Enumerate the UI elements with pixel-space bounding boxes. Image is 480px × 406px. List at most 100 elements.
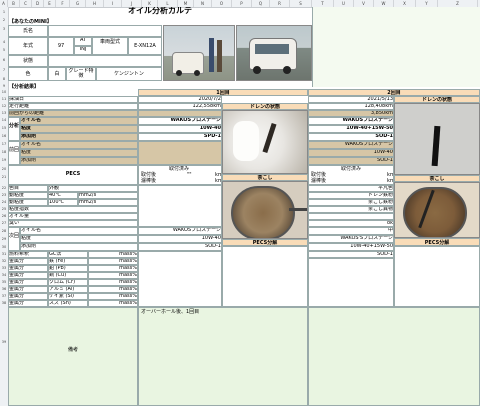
r2-drain-note[interactable]: ドレン鉄粉 xyxy=(308,192,394,199)
r2-viscosity[interactable]: 10W-40+15W-50 xyxy=(308,125,394,133)
r2-prev-oil[interactable]: WAKOSプロステージ xyxy=(308,141,394,149)
row-header-20[interactable]: 20 xyxy=(0,167,8,171)
row-header-33[interactable]: 33 xyxy=(0,266,8,270)
column-header-k[interactable]: K xyxy=(142,0,158,7)
r2-blank[interactable] xyxy=(308,213,394,220)
row-header-8[interactable]: 8 xyxy=(0,77,8,81)
row-header-15[interactable]: 15 xyxy=(0,126,8,130)
r2-oil[interactable]: WAKOSプロステージ xyxy=(308,117,394,125)
year-value[interactable]: 97 xyxy=(48,37,74,55)
row-header-21[interactable]: 21 xyxy=(0,175,8,179)
column-header-j[interactable]: J xyxy=(122,0,142,7)
r2-next-add[interactable]: SOD-1 xyxy=(308,251,394,258)
column-header-t[interactable]: T xyxy=(312,0,334,7)
row-header-1[interactable]: 1 xyxy=(0,10,8,14)
remark-text-2[interactable] xyxy=(308,307,480,406)
row-header-37[interactable]: 37 xyxy=(0,294,8,298)
trans-value[interactable]: INJ xyxy=(74,46,92,55)
r2-ok[interactable]: ok xyxy=(308,220,394,227)
row-header-2[interactable]: 2 xyxy=(0,18,8,22)
row-header-28[interactable]: 28 xyxy=(0,229,8,233)
row-header-23[interactable]: 23 xyxy=(0,193,8,197)
row-header-13[interactable]: 13 xyxy=(0,111,8,115)
column-header-r[interactable]: R xyxy=(270,0,290,7)
row-header-4[interactable]: 4 xyxy=(0,40,8,44)
row-header-7[interactable]: 7 xyxy=(0,68,8,72)
column-header-s[interactable]: S xyxy=(290,0,312,7)
r2-prev-add[interactable]: SOD-1 xyxy=(308,157,394,165)
column-header-w[interactable]: W xyxy=(374,0,394,7)
column-header-a[interactable]: A xyxy=(0,0,8,7)
column-header-g[interactable]: G xyxy=(70,0,86,7)
row-header-39[interactable]: 39 xyxy=(0,340,8,344)
r2-odometer[interactable]: 128,408km xyxy=(308,103,394,110)
row-header-30[interactable]: 30 xyxy=(0,245,8,249)
row-header-31[interactable]: 31 xyxy=(0,252,8,256)
row-header-11[interactable]: 11 xyxy=(0,97,8,101)
row-header-34[interactable]: 34 xyxy=(0,273,8,277)
column-header-c[interactable]: C xyxy=(20,0,32,7)
column-header-i[interactable]: I xyxy=(104,0,122,7)
row-header-19[interactable]: 19 xyxy=(0,158,8,162)
column-header-b[interactable]: B xyxy=(8,0,20,7)
column-header-z[interactable]: Z xyxy=(438,0,478,7)
column-header-n[interactable]: N xyxy=(194,0,212,7)
r1-odometer[interactable]: 122,558km xyxy=(138,103,222,110)
r1-viscosity[interactable]: 10W-40 xyxy=(138,125,222,133)
column-header-q[interactable]: Q xyxy=(252,0,270,7)
r2-pecs[interactable]: 取付済み 取付後 km 濾棒後 km xyxy=(308,165,394,185)
r2-strainer-note-2[interactable]: 茶こし異物 xyxy=(308,206,394,213)
column-header-y[interactable]: Y xyxy=(416,0,438,7)
row-header-9[interactable]: 9 xyxy=(0,84,8,88)
row-header-29[interactable]: 29 xyxy=(0,237,8,241)
model-value[interactable]: E-XN12A xyxy=(128,37,162,55)
remark-text[interactable]: オーバーホール後、1回目 xyxy=(138,307,308,406)
row-header-6[interactable]: 6 xyxy=(0,58,8,62)
column-header-l[interactable]: L xyxy=(158,0,178,7)
r1-next-visc[interactable]: 10W-40 xyxy=(138,235,222,243)
r1-next-oil[interactable]: WAKOSプロステージ xyxy=(138,227,222,235)
r2-prev-visc[interactable]: 10W-40 xyxy=(308,149,394,157)
r2-metals[interactable] xyxy=(308,258,394,307)
r2-date[interactable]: 2021/5/13 xyxy=(308,96,394,103)
row-header-5[interactable]: 5 xyxy=(0,48,8,52)
r2-strainer-note[interactable]: 茶こし鉄粉 xyxy=(308,199,394,206)
r2-distance[interactable]: 3,850km xyxy=(308,110,394,117)
r1-oil[interactable]: WAKOSプロステージ xyxy=(138,117,222,125)
r1-next-add[interactable]: SOD-1 xyxy=(138,243,222,251)
row-header-24[interactable]: 24 xyxy=(0,200,8,204)
r1-additive[interactable]: SPD-1 xyxy=(138,133,222,141)
r1-props[interactable] xyxy=(138,185,222,227)
row-header-25[interactable]: 25 xyxy=(0,207,8,211)
column-header-e[interactable]: E xyxy=(44,0,56,7)
r1-prev[interactable] xyxy=(138,141,222,165)
column-header-h[interactable]: H xyxy=(86,0,104,7)
row-header-14[interactable]: 14 xyxy=(0,118,8,122)
row-header-22[interactable]: 22 xyxy=(0,186,8,190)
r1-metals[interactable] xyxy=(138,251,222,307)
r2-next-visc[interactable]: 10W-40+15W-50 xyxy=(308,243,394,251)
column-header-u[interactable]: U xyxy=(334,0,354,7)
row-header-17[interactable]: 17 xyxy=(0,142,8,146)
r1-date[interactable]: 2020/7/2 xyxy=(138,96,222,103)
r1-distance[interactable] xyxy=(138,110,222,117)
row-header-10[interactable]: 10 xyxy=(0,90,8,94)
row-header-26[interactable]: 26 xyxy=(0,214,8,218)
row-header-38[interactable]: 38 xyxy=(0,301,8,305)
r1-pecs[interactable]: 取付済み 取付後 "" km 濾棒後 km xyxy=(138,165,222,185)
row-header-16[interactable]: 16 xyxy=(0,134,8,138)
row-header-3[interactable]: 3 xyxy=(0,27,8,31)
row-header-27[interactable]: 27 xyxy=(0,221,8,225)
r2-appearance[interactable]: 平凡色 xyxy=(308,185,394,192)
row-header-18[interactable]: 18 xyxy=(0,150,8,154)
column-header-x[interactable]: X xyxy=(394,0,416,7)
name-value[interactable] xyxy=(48,25,162,37)
row-header-36[interactable]: 36 xyxy=(0,287,8,291)
r2-mid[interactable]: 中 xyxy=(308,227,394,235)
color-value[interactable]: 白 xyxy=(48,67,66,81)
type-code[interactable]: AT xyxy=(74,37,92,46)
grade-value[interactable]: ケンジントン xyxy=(96,67,162,81)
row-header-32[interactable]: 32 xyxy=(0,259,8,263)
r2-additive[interactable]: SOD-1 xyxy=(308,133,394,141)
row-header-35[interactable]: 35 xyxy=(0,280,8,284)
